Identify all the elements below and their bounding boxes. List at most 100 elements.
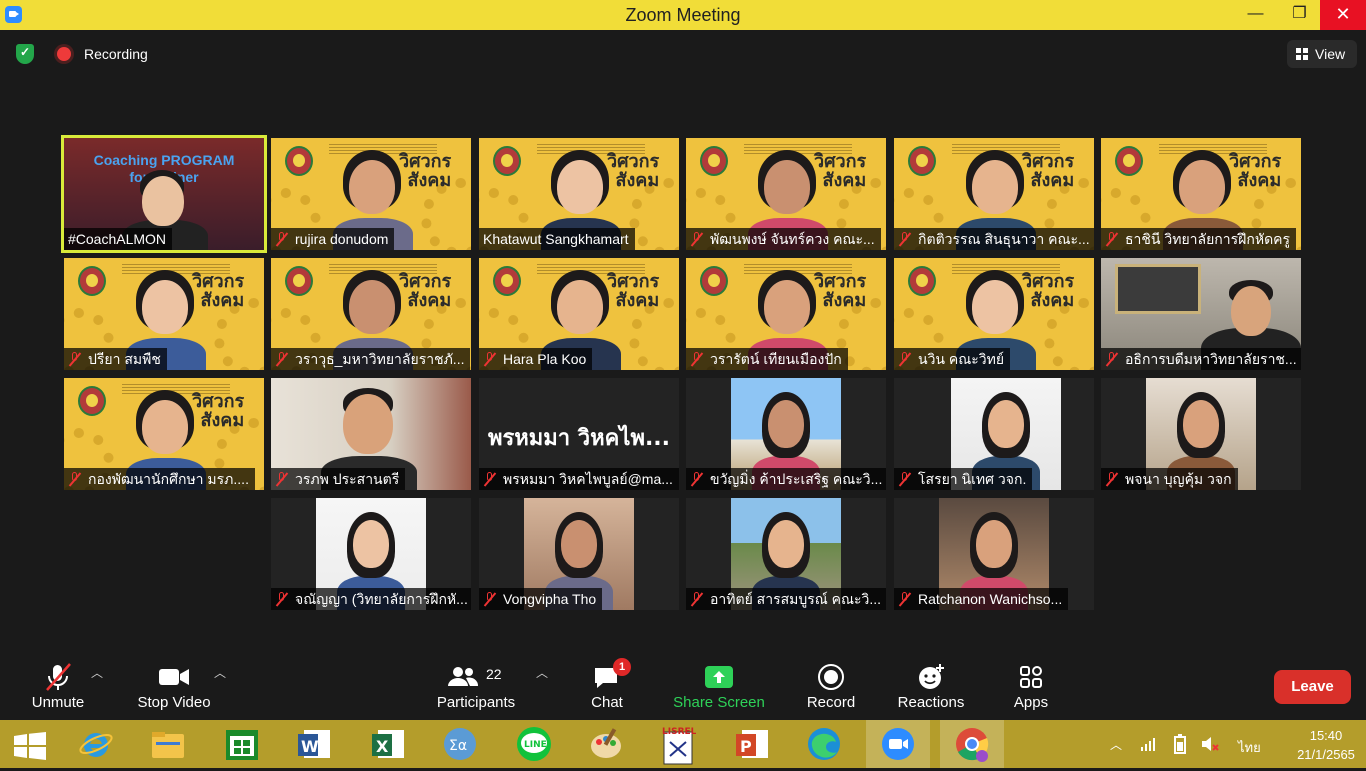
- participant-tile[interactable]: Ratchanon Wanichso...: [894, 498, 1094, 610]
- participants-label: Participants: [436, 694, 516, 711]
- participant-name: Ratchanon Wanichso...: [918, 591, 1063, 607]
- participant-tile[interactable]: Vongvipha Tho: [479, 498, 679, 610]
- leave-button[interactable]: Leave: [1274, 670, 1351, 704]
- view-button[interactable]: View: [1287, 40, 1357, 68]
- video-options-caret-icon[interactable]: ︿: [214, 664, 226, 681]
- participant-tile[interactable]: วิศวกร สังคม วราวุธ_มหาวิทยาลัยราชภั...: [271, 258, 471, 370]
- battery-icon[interactable]: [1172, 734, 1188, 757]
- participant-name: Vongvipha Tho: [503, 591, 597, 607]
- participant-tile[interactable]: อาทิตย์ สารสมบูรณ์ คณะวิ...: [686, 498, 886, 610]
- participant-tile[interactable]: วิศวกร สังคม วรารัตน์ เทียนเมืองปัก: [686, 258, 886, 370]
- math-calculator-icon[interactable]: Σα: [442, 726, 478, 762]
- audio-options-caret-icon[interactable]: ︿: [91, 664, 103, 681]
- system-clock[interactable]: 15:40 21/1/2565: [1296, 726, 1356, 764]
- banner-title: วิศวกร สังคม: [1022, 151, 1075, 190]
- participant-name: โสรยา นิเทศ วจก.: [918, 471, 1027, 487]
- paint-icon[interactable]: [588, 726, 624, 762]
- participant-name-label: วรภพ ประสานตรี: [271, 468, 406, 490]
- network-signal-icon[interactable]: [1140, 736, 1156, 755]
- participant-name-label: โสรยา นิเทศ วจก.: [894, 468, 1033, 490]
- close-button[interactable]: ✕: [1320, 0, 1366, 30]
- participant-tile[interactable]: Coaching PROGRAMfor Trainer#CoachALMON: [61, 135, 267, 253]
- participant-name: พรหมมา วิหคไพบูลย์@ma...: [503, 471, 673, 487]
- participant-tile[interactable]: จณัญญา (วิทยาลัยการฝึกหั...: [271, 498, 471, 610]
- participant-tile[interactable]: ขวัญมิ่ง ค้าประเสริฐ คณะวิ...: [686, 378, 886, 490]
- participant-tile[interactable]: พจนา บุญคุ้ม วจก: [1101, 378, 1301, 490]
- participant-tile[interactable]: วิศวกร สังคม นวิน คณะวิทย์: [894, 258, 1094, 370]
- participant-tile[interactable]: พรหมมา วิหคไพ... พรหมมา วิหคไพบูลย์@ma...: [479, 378, 679, 490]
- participant-tile[interactable]: วิศวกร สังคม Hara Pla Koo: [479, 258, 679, 370]
- participant-name-label: พรหมมา วิหคไพบูลย์@ma...: [479, 468, 679, 490]
- participant-tile[interactable]: วิศวกร สังคม กิตติวรรณ สินธุนาวา คณะ...: [894, 138, 1094, 250]
- university-logo: [78, 266, 106, 296]
- line-app-icon[interactable]: LINE: [516, 726, 552, 762]
- participant-name: rujira donudom: [295, 231, 389, 247]
- svg-text:P: P: [740, 737, 752, 756]
- view-label: View: [1315, 46, 1346, 62]
- participant-name-label: พจนา บุญคุ้ม วจก: [1101, 468, 1238, 490]
- participant-name: วรภพ ประสานตรี: [295, 471, 400, 487]
- unmute-button[interactable]: Unmute: [28, 662, 88, 711]
- record-icon: [816, 662, 846, 692]
- maximize-button[interactable]: ❐: [1277, 0, 1322, 30]
- svg-text:X: X: [376, 737, 389, 756]
- apps-button[interactable]: Apps: [1010, 662, 1052, 711]
- svg-text:W: W: [301, 737, 319, 756]
- muted-mic-icon: [275, 352, 289, 366]
- store-icon[interactable]: [224, 726, 260, 762]
- participant-name-label: อาทิตย์ สารสมบูรณ์ คณะวิ...: [686, 588, 886, 610]
- share-screen-button[interactable]: Share Screen: [672, 662, 766, 711]
- participant-name: นวิน คณะวิทย์: [918, 351, 1005, 367]
- volume-muted-icon[interactable]: [1200, 734, 1220, 757]
- banner-title: วิศวกร สังคม: [607, 151, 660, 190]
- file-explorer-icon[interactable]: [150, 726, 186, 762]
- share-screen-label: Share Screen: [673, 694, 765, 711]
- word-icon[interactable]: W: [296, 726, 332, 762]
- participant-name: อาทิตย์ สารสมบูรณ์ คณะวิ...: [710, 591, 882, 607]
- participant-tile[interactable]: อธิการบดีมหาวิทยาลัยราช...: [1101, 258, 1301, 370]
- chrome-icon[interactable]: [954, 726, 990, 762]
- internet-explorer-icon[interactable]: [78, 726, 114, 762]
- muted-mic-icon: [43, 662, 73, 692]
- excel-icon[interactable]: X: [370, 726, 406, 762]
- participant-tile[interactable]: วิศวกร สังคม ปรียา สมพืช: [64, 258, 264, 370]
- participant-tile[interactable]: วิศวกร สังคม ธาชินี วิทยาลัยการฝึกหัดครู: [1101, 138, 1301, 250]
- lisrel-icon[interactable]: LISREL: [660, 726, 697, 765]
- powerpoint-icon[interactable]: P: [734, 726, 770, 762]
- record-label: Record: [806, 694, 856, 711]
- participant-tile[interactable]: วรภพ ประสานตรี: [271, 378, 471, 490]
- show-hidden-icons[interactable]: ︿: [1110, 736, 1122, 753]
- banner-title: วิศวกร สังคม: [192, 271, 245, 310]
- chat-button[interactable]: 1 Chat: [587, 658, 631, 711]
- participant-name: Khatawut Sangkhamart: [483, 231, 629, 247]
- participant-name-label: Khatawut Sangkhamart: [479, 228, 635, 250]
- participant-name: วราวุธ_มหาวิทยาลัยราชภั...: [295, 351, 465, 367]
- participant-tile[interactable]: วิศวกร สังคม rujira donudom: [271, 138, 471, 250]
- minimize-button[interactable]: —: [1233, 0, 1278, 30]
- participant-tile[interactable]: โสรยา นิเทศ วจก.: [894, 378, 1094, 490]
- participant-tile[interactable]: วิศวกร สังคม Khatawut Sangkhamart: [479, 138, 679, 250]
- record-button[interactable]: Record: [803, 662, 859, 711]
- chat-badge: 1: [613, 658, 631, 676]
- participants-button[interactable]: 22 Participants: [434, 662, 518, 711]
- muted-mic-icon: [1105, 352, 1119, 366]
- participants-caret-icon[interactable]: ︿: [536, 664, 548, 681]
- reactions-label: Reactions: [897, 694, 965, 711]
- window-title: Zoom Meeting: [625, 5, 741, 25]
- participant-name: #CoachALMON: [68, 231, 167, 247]
- stop-video-button[interactable]: Stop Video: [132, 662, 216, 711]
- zoom-taskbar-icon[interactable]: [880, 726, 916, 762]
- participant-tile[interactable]: วิศวกร สังคม กองพัฒนานักศึกษา มรภ....: [64, 378, 264, 490]
- encryption-shield-icon[interactable]: [16, 44, 34, 64]
- share-screen-icon: [704, 662, 734, 692]
- input-language[interactable]: ไทย: [1238, 737, 1261, 758]
- unmute-label: Unmute: [31, 694, 85, 711]
- reactions-button[interactable]: Reactions: [896, 662, 966, 711]
- apps-icon: [1016, 662, 1046, 692]
- participant-tile[interactable]: วิศวกร สังคม พัฒนพงษ์ จันทร์ควง คณะ...: [686, 138, 886, 250]
- chat-label: Chat: [591, 694, 623, 711]
- banner-title: วิศวกร สังคม: [1229, 151, 1282, 190]
- chat-icon: 1: [592, 658, 631, 692]
- edge-icon[interactable]: [806, 726, 842, 762]
- windows-start-icon[interactable]: [14, 732, 46, 760]
